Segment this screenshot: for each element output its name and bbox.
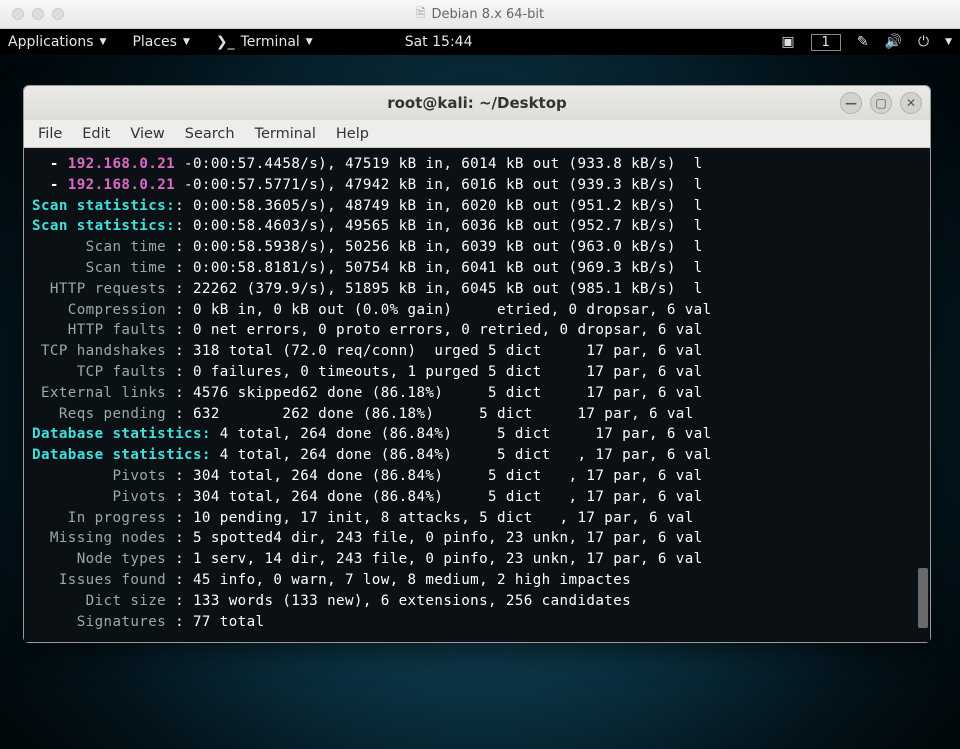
chevron-down-icon: ▼: [183, 37, 190, 47]
power-icon[interactable]: ⏻: [918, 34, 929, 50]
workspace-number: 1: [822, 35, 830, 50]
vm-title: 🗎 Debian 8.x 64-bit: [416, 4, 544, 25]
clock[interactable]: Sat 15:44: [405, 34, 473, 50]
menu-view[interactable]: View: [130, 126, 164, 142]
screwdriver-icon[interactable]: ✎: [857, 34, 869, 50]
vm-title-text: Debian 8.x 64-bit: [432, 7, 545, 22]
vm-traffic-lights: [0, 8, 64, 20]
vm-max-dot[interactable]: [52, 8, 64, 20]
chevron-down-icon: ▼: [100, 37, 107, 47]
terminal-app-label: Terminal: [241, 34, 300, 50]
gnome-top-bar: Applications ▼ Places ▼ ❯_ Terminal ▼ Sa…: [0, 29, 960, 55]
clock-text: Sat 15:44: [405, 34, 473, 50]
close-button[interactable]: ✕: [900, 92, 922, 114]
volume-icon[interactable]: 🔊: [885, 34, 902, 50]
vm-min-dot[interactable]: [32, 8, 44, 20]
terminal-icon: ❯_: [216, 34, 235, 50]
menu-file[interactable]: File: [38, 126, 62, 142]
workspace-indicator[interactable]: 1: [811, 34, 841, 51]
applications-menu[interactable]: Applications ▼: [8, 34, 106, 50]
menu-terminal[interactable]: Terminal: [255, 126, 316, 142]
terminal-output: - 192.168.0.21 -0:00:57.4458/s), 47519 k…: [32, 154, 922, 632]
menu-search[interactable]: Search: [185, 126, 235, 142]
vm-close-dot[interactable]: [12, 8, 24, 20]
terminal-menubar: File Edit View Search Terminal Help: [24, 120, 930, 148]
vm-doc-icon: 🗎: [416, 4, 426, 25]
system-tray: ▣ 1 ✎ 🔊 ⏻ ▼: [781, 34, 952, 51]
places-menu[interactable]: Places ▼: [132, 34, 189, 50]
camera-icon[interactable]: ▣: [781, 34, 794, 50]
places-label: Places: [132, 34, 177, 50]
window-titlebar[interactable]: root@kali: ~/Desktop — ▢ ✕: [24, 86, 930, 120]
vm-titlebar: 🗎 Debian 8.x 64-bit: [0, 0, 960, 29]
chevron-down-icon: ▼: [306, 37, 313, 47]
applications-label: Applications: [8, 34, 94, 50]
minimize-button[interactable]: —: [840, 92, 862, 114]
desktop[interactable]: root@kali: ~/Desktop — ▢ ✕ File Edit Vie…: [0, 55, 960, 749]
menu-edit[interactable]: Edit: [82, 126, 110, 142]
maximize-button[interactable]: ▢: [870, 92, 892, 114]
menu-help[interactable]: Help: [336, 126, 369, 142]
window-title: root@kali: ~/Desktop: [387, 94, 567, 112]
terminal-app-menu[interactable]: ❯_ Terminal ▼: [216, 34, 313, 50]
terminal-body[interactable]: - 192.168.0.21 -0:00:57.4458/s), 47519 k…: [24, 148, 930, 642]
chevron-down-icon: ▼: [945, 37, 952, 47]
terminal-window: root@kali: ~/Desktop — ▢ ✕ File Edit Vie…: [23, 85, 931, 643]
